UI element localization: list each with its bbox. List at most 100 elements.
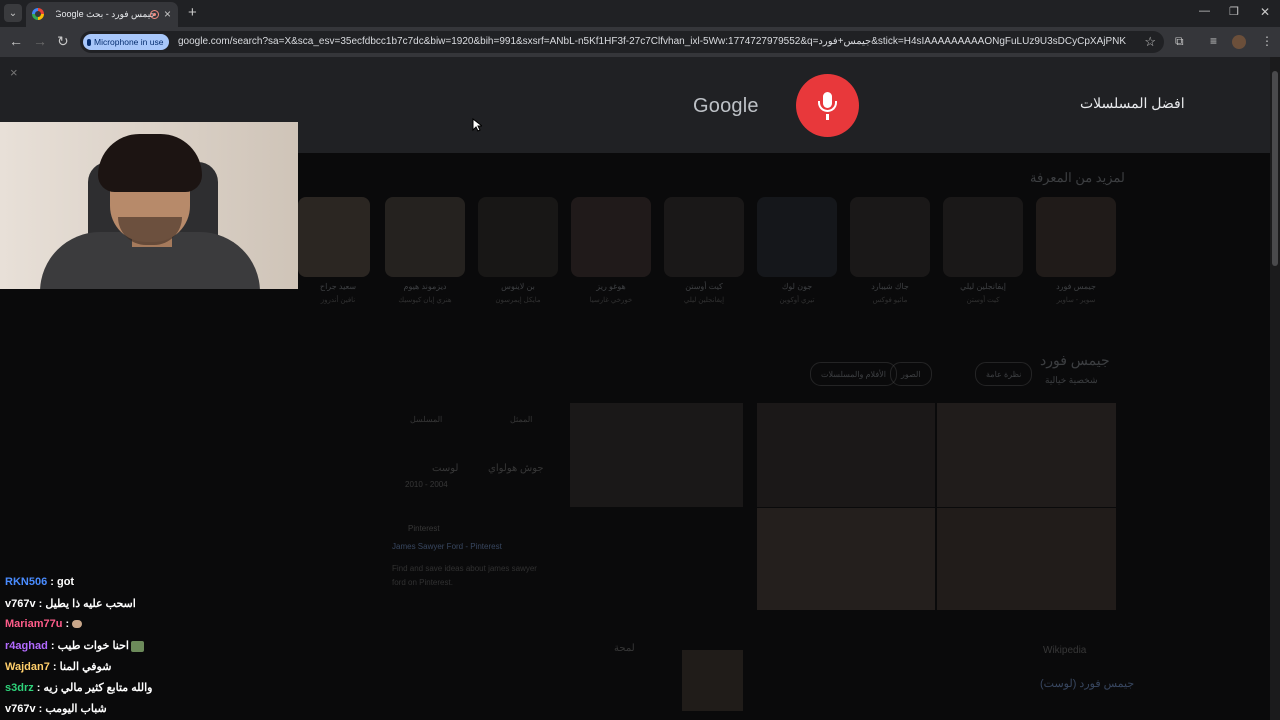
result-card[interactable]	[385, 197, 465, 277]
minimize-icon[interactable]: —	[1199, 5, 1210, 17]
chat-message: s3drz : والله متابع كثير مالي زيه	[5, 682, 153, 694]
entity-photo[interactable]	[937, 403, 1116, 507]
microphone-icon-stem	[826, 114, 829, 120]
url-text[interactable]: google.com/search?sa=X&sca_esv=35ecfdbcc…	[178, 36, 1126, 47]
card-sub: إيفانجلين ليلي	[683, 297, 725, 304]
card-sub: سوير - ساوير	[1056, 297, 1096, 304]
entity-subtitle: شخصية خيالية	[1045, 375, 1098, 385]
chat-text: شوفي المنا	[59, 661, 112, 673]
snippet-source[interactable]: Pinterest	[408, 524, 440, 533]
entity-photo[interactable]	[757, 403, 935, 507]
webcam-overlay	[0, 122, 298, 289]
chat-emote-icon	[72, 620, 83, 629]
tab-title: جيمس فورد - بحث Google	[56, 9, 156, 19]
card-name: بن لاينوس	[501, 282, 535, 291]
chip-overview[interactable]: نظرة عامة	[975, 362, 1033, 386]
chat-username: s3drz	[5, 682, 34, 694]
chat-username: v767v	[5, 598, 36, 610]
tab-search-button[interactable]: ⌄	[4, 4, 22, 22]
result-card[interactable]	[757, 197, 837, 277]
chat-message: Mariam77u :	[5, 618, 83, 630]
card-sub: مايكل إيمرسون	[495, 297, 541, 304]
section-title: لمزيد من المعرفة	[1030, 170, 1125, 185]
snippet-text: Find and save ideas about james sawyer f…	[392, 564, 537, 587]
wiki-source[interactable]: Wikipedia	[1043, 645, 1086, 656]
recording-indicator-icon	[150, 10, 159, 19]
info-label: الممثل	[510, 415, 533, 424]
mouse-cursor-icon	[472, 118, 482, 132]
card-name: جاك شيبارد	[871, 282, 909, 291]
chat-username: Mariam77u	[5, 618, 63, 630]
wiki-thumbnail[interactable]	[682, 650, 743, 711]
profile-avatar[interactable]	[1232, 35, 1246, 49]
card-name: جيمس فورد	[1056, 282, 1096, 291]
chat-emote-icon	[131, 640, 144, 652]
snippet-image[interactable]	[570, 403, 743, 507]
microphone-in-use-chip[interactable]: Microphone in use	[83, 34, 170, 50]
tab-strip: ⌄ جيمس فورد - بحث Google × + — ❐ ✕	[0, 0, 1280, 27]
result-card[interactable]	[1036, 197, 1116, 277]
result-card[interactable]	[850, 197, 930, 277]
forward-icon[interactable]: →	[33, 33, 47, 49]
chat-message: RKN506 : got	[5, 576, 75, 588]
chat-username: RKN506	[5, 576, 48, 588]
chat-message: r4aghad : احنا خوات طيب	[5, 639, 144, 652]
microphone-icon-cup	[818, 101, 837, 112]
media-control-icon[interactable]: ≡	[1210, 34, 1217, 48]
card-name: إيفانجلين ليلي	[960, 282, 1006, 291]
card-name: سعيد جراح	[319, 282, 357, 291]
result-card[interactable]	[478, 197, 558, 277]
card-sub: كيت أوستن	[966, 297, 1000, 304]
snippet-title[interactable]: James Sawyer Ford - Pinterest	[392, 540, 552, 554]
entity-photo[interactable]	[937, 508, 1116, 610]
webcam-person-hair	[98, 134, 202, 192]
result-card[interactable]	[298, 197, 370, 277]
card-name: جون لوك	[781, 282, 813, 291]
active-tab[interactable]: جيمس فورد - بحث Google ×	[26, 2, 178, 27]
card-sub: ماثيو فوكس	[872, 297, 908, 304]
see-more-label: لمحة	[614, 643, 635, 654]
google-logo: Google	[693, 95, 759, 117]
new-tab-button[interactable]: +	[188, 4, 197, 22]
close-window-icon[interactable]: ✕	[1260, 5, 1270, 19]
result-card[interactable]	[943, 197, 1023, 277]
result-card[interactable]	[571, 197, 651, 277]
chat-message: Wajdan7 : شوفي المنا	[5, 661, 112, 673]
chat-username: r4aghad	[5, 640, 48, 652]
card-sub: تيري أوكوين	[779, 297, 815, 304]
mic-chip-label: Microphone in use	[94, 37, 164, 47]
address-bar[interactable]: Microphone in use google.com/search?sa=X…	[80, 31, 1164, 53]
bookmark-star-icon[interactable]: ☆	[1144, 34, 1156, 50]
info-value: جوش هولواي	[488, 463, 544, 474]
close-voice-icon[interactable]: ×	[10, 65, 18, 80]
browser-toolbar: ← → ↻ Microphone in use google.com/searc…	[0, 27, 1280, 57]
card-sub: خورخي غارسيا	[589, 297, 633, 304]
chat-message: v767v : شباب اليومب	[5, 703, 107, 715]
microphone-icon	[87, 38, 91, 46]
wiki-title[interactable]: جيمس فورد (لوست)	[1040, 677, 1134, 690]
card-name: كيت أوستن	[685, 282, 723, 291]
chat-text: got	[56, 576, 75, 588]
extensions-icon[interactable]: ⧉	[1175, 34, 1184, 49]
entity-title: جيمس فورد	[1040, 352, 1110, 368]
card-sub: نافين أندروز	[320, 297, 356, 304]
chat-text: والله متابع كثير مالي زيه	[43, 682, 153, 694]
chat-text: شباب اليومب	[45, 703, 107, 715]
tab-close-icon[interactable]: ×	[164, 7, 171, 21]
info-label: المسلسل	[410, 415, 443, 424]
scrollbar-thumb[interactable]	[1272, 71, 1278, 266]
chat-username: v767v	[5, 703, 36, 715]
entity-photo[interactable]	[757, 508, 935, 610]
chip-movies[interactable]: الأفلام والمسلسلات	[810, 362, 897, 386]
info-value: لوست	[432, 463, 459, 474]
voice-mic-button[interactable]	[796, 74, 859, 137]
chat-text: احنا خوات طيب	[57, 640, 129, 652]
reload-icon[interactable]: ↻	[57, 33, 69, 49]
restore-icon[interactable]: ❐	[1229, 5, 1239, 18]
menu-icon[interactable]: ⋮	[1261, 34, 1273, 48]
page-scrollbar[interactable]	[1270, 57, 1280, 720]
card-sub: هنري إيان كيوسيك	[398, 297, 452, 304]
back-icon[interactable]: ←	[9, 33, 23, 49]
result-card[interactable]	[664, 197, 744, 277]
card-name: هوغو ريز	[596, 282, 626, 291]
